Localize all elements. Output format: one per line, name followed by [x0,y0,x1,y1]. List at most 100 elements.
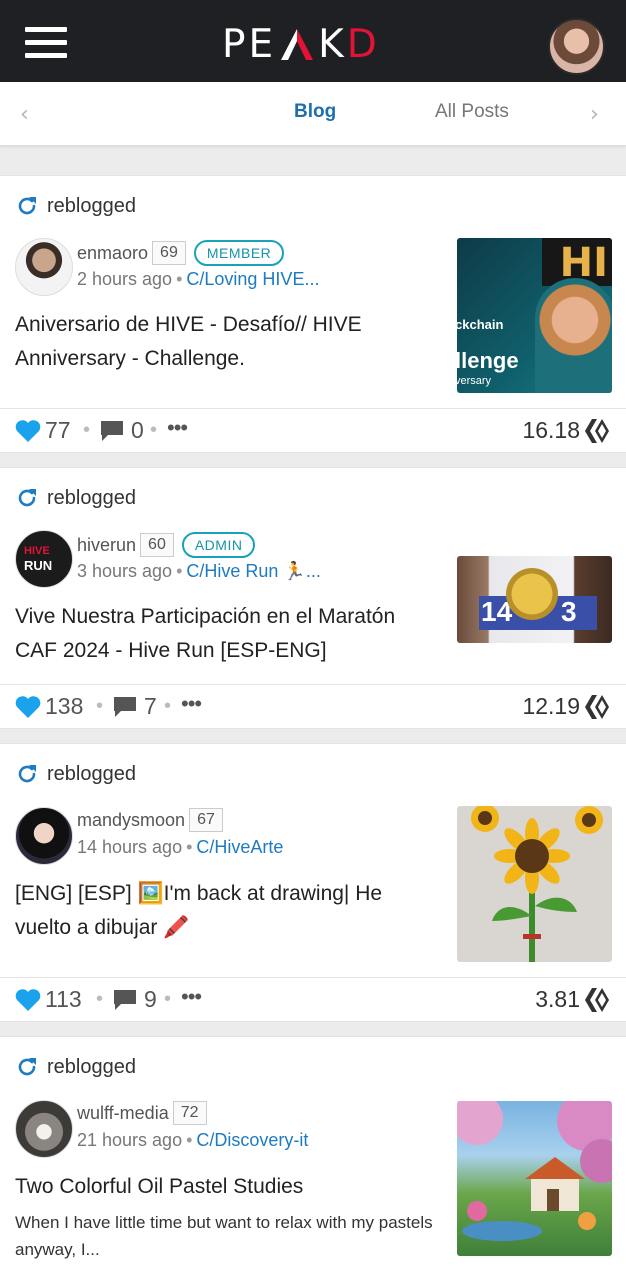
heart-icon[interactable] [14,987,42,1013]
hive-logo-icon [585,418,609,443]
comment-stat: 7 [112,693,157,720]
reblog-icon [18,1058,36,1076]
comment-stat: 0 [99,417,144,444]
post-footer: 113 • 9 • ••• 3.81 [0,977,626,1022]
upvote-stat: 77 [14,417,71,444]
thumb-text: 3 [561,596,577,627]
post-thumbnail[interactable]: HI ckchain llenge versary [457,238,612,393]
comment-count: 7 [144,693,157,719]
post-thumbnail[interactable]: 14 3 [457,556,612,643]
more-options-icon[interactable]: ••• [181,984,202,1010]
author-line: wulff-media 72 [77,1101,207,1125]
payout-value: 3.81 [535,986,580,1012]
community-link[interactable]: C/HiveArte [196,837,283,857]
upvote-count: 138 [45,693,84,719]
author-name[interactable]: enmaoro [77,243,148,264]
payout-value: 12.19 [522,693,580,719]
reblog-label: reblogged [47,486,136,509]
tabs-scroll-right-icon[interactable]: › [590,102,599,127]
author-avatar[interactable] [15,807,73,865]
hamburger-menu-icon[interactable] [25,27,67,59]
payout[interactable]: 3.81 [535,986,611,1013]
role-badge: MEMBER [193,240,285,266]
post-meta: 3 hours ago • C/Hive Run 🏃... [77,561,321,581]
comment-icon[interactable] [112,988,138,1012]
upvote-stat: 113 [14,986,82,1013]
post-excerpt: When I have little time but want to rela… [15,1213,433,1259]
reputation-badge: 69 [152,241,186,265]
tabs-scroll-left-icon[interactable]: ‹ [20,102,29,127]
peakd-logo[interactable]: PE K D [222,21,380,67]
post-time: 21 hours ago [77,1130,183,1150]
sunflower-drawing [471,806,603,962]
role-badge: ADMIN [181,532,256,558]
reputation-badge: 72 [172,1101,207,1125]
payout[interactable]: 16.18 [522,417,611,444]
separator-dot: • [150,419,158,441]
reblog-indicator: reblogged [15,194,136,218]
payout[interactable]: 12.19 [522,693,611,720]
reblog-icon [18,489,36,507]
comment-icon[interactable] [112,695,138,719]
reputation-badge: 67 [189,808,223,832]
author-avatar[interactable] [15,1100,73,1158]
post-title[interactable]: Vive Nuestra Participación en el Maratón… [15,600,435,668]
author-name[interactable]: mandysmoon [77,810,185,831]
reputation-badge: 60 [140,533,174,557]
post-meta: 2 hours ago • C/Loving HIVE... [77,269,320,289]
heart-icon[interactable] [14,418,42,444]
separator-dot: • [83,419,91,441]
payout-value: 16.18 [522,417,580,443]
logo-text-right: K [318,21,347,67]
post-card: reblogged enmaoro 69 MEMBER 2 hours ago •… [0,175,626,453]
post-time: 14 hours ago [77,837,183,857]
comment-count: 0 [131,417,144,443]
post-thumbnail[interactable] [457,806,612,962]
tab-all-posts[interactable]: All Posts [435,101,509,123]
user-avatar[interactable] [548,18,605,75]
logo-text-accent: D [346,21,380,67]
reblog-label: reblogged [47,194,136,217]
comment-stat: 9 [112,986,157,1013]
feed-tabs: ‹ Blog All Posts › [0,82,626,146]
author-line: enmaoro 69 MEMBER [77,240,285,266]
thumb-text: llenge [457,348,519,373]
author-name[interactable]: wulff-media [77,1103,169,1124]
reblog-indicator: reblogged [15,1055,136,1079]
separator-dot: • [96,988,104,1010]
post-thumbnail[interactable] [457,1101,612,1256]
more-options-icon[interactable]: ••• [181,691,202,717]
separator-dot: • [164,695,172,717]
tab-blog[interactable]: Blog [294,101,336,123]
upvote-count: 113 [45,986,82,1012]
author-avatar[interactable]: HIVE RUN [15,530,73,588]
heart-icon[interactable] [14,694,42,720]
post-meta: 21 hours ago • C/Discovery-it [77,1130,309,1150]
reblog-icon [18,765,36,783]
community-link[interactable]: C/Hive Run 🏃... [186,561,320,581]
post-title[interactable]: Two Colorful Oil Pastel Studies [15,1170,435,1204]
author-name[interactable]: hiverun [77,535,136,556]
post-title[interactable]: Aniversario de HIVE - Desafío// HIVE Ann… [15,308,435,376]
reblog-label: reblogged [47,1055,136,1078]
more-options-icon[interactable]: ••• [167,415,188,441]
author-line: mandysmoon 67 [77,808,223,832]
avatar-text: HIVE [24,545,50,557]
comment-icon[interactable] [99,419,125,443]
comment-count: 9 [144,986,157,1012]
upvote-stat: 138 [14,693,83,720]
author-line: hiverun 60 ADMIN [77,532,256,558]
community-link[interactable]: C/Loving HIVE... [186,269,319,289]
reblog-indicator: reblogged [15,486,136,510]
post-meta: 14 hours ago • C/HiveArte [77,837,284,857]
post-title[interactable]: [ENG] [ESP] 🖼️I'm back at drawing| He vu… [15,877,435,945]
avatar-text: RUN [24,558,53,573]
post-card: reblogged mandysmoon 67 14 hours ago • C/H… [0,743,626,1022]
landscape-painting [457,1101,612,1241]
logo-text-left: PE [222,21,277,67]
hive-logo-icon [585,694,609,719]
community-link[interactable]: C/Discovery-it [196,1130,308,1150]
thumb-text: versary [457,375,492,387]
reblog-indicator: reblogged [15,762,136,786]
author-avatar[interactable] [15,238,73,296]
